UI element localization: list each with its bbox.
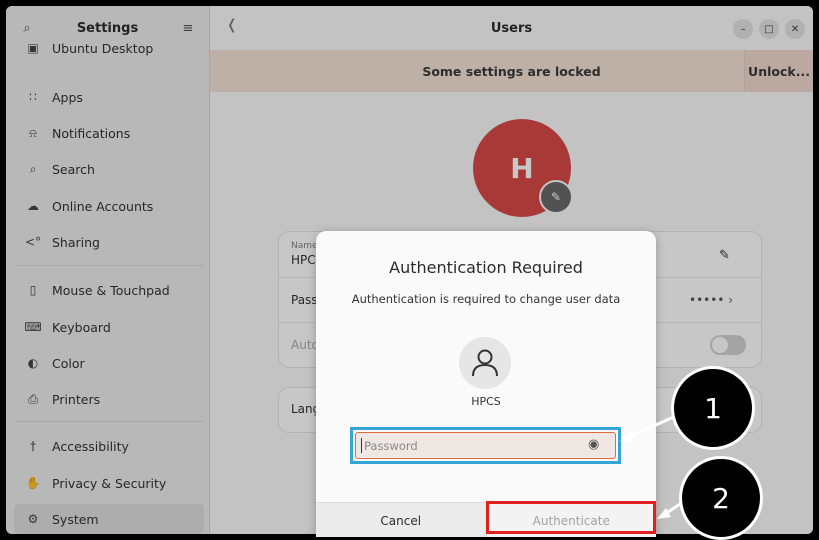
arrow-1-head [620, 431, 634, 443]
callout-1: 1 [671, 366, 755, 450]
callout-arrows [620, 414, 687, 519]
callout-2: 2 [679, 456, 763, 540]
